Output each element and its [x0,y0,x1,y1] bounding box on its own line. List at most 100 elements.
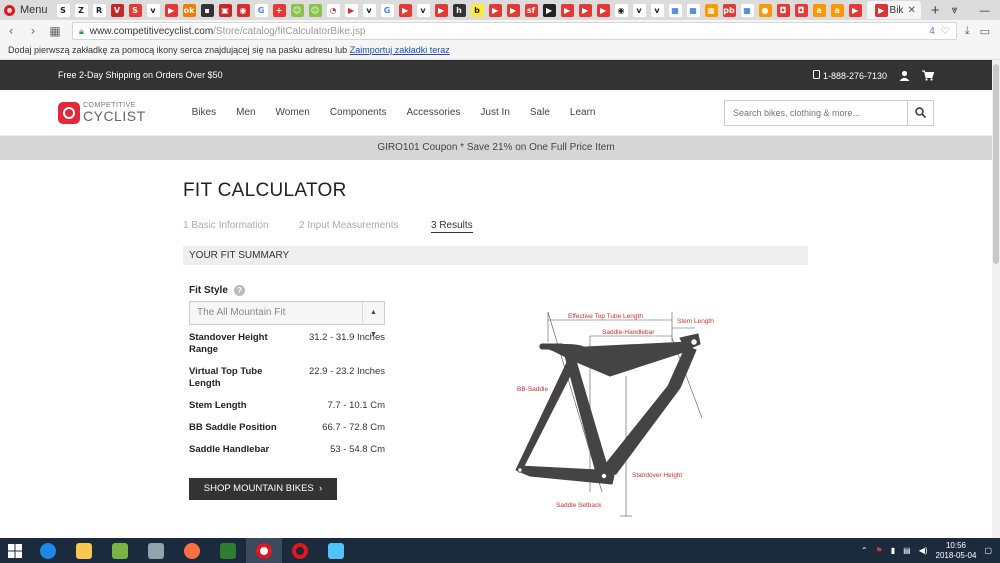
vpn-badge[interactable]: 4 [929,26,935,37]
taskbar-control-panel[interactable] [102,538,138,563]
pinned-tab-favicon-icon[interactable]: ▶ [848,3,862,17]
clock[interactable]: 10:56 2018-05-04 [936,541,977,561]
pinned-tab-favicon-icon[interactable]: ▦ [704,3,718,17]
taskbar-photos[interactable] [318,538,354,563]
url-field[interactable]: 🔒︎ www.competitivecyclist.com /Store/cat… [72,22,957,40]
pinned-tab-favicon-icon[interactable]: ▶ [488,3,502,17]
pinned-tab-favicon-icon[interactable]: ▶ [578,3,592,17]
nav-link-women[interactable]: Women [276,107,310,118]
tab-menu-icon[interactable]: ⩔ [940,3,970,17]
search-button[interactable] [907,100,933,125]
pinned-tab-favicon-icon[interactable]: ▦ [740,3,754,17]
nav-link-components[interactable]: Components [330,107,387,118]
pinned-tab-favicon-icon[interactable]: ▶ [398,3,412,17]
nav-link-men[interactable]: Men [236,107,255,118]
pinned-tab-favicon-icon[interactable]: ☺ [308,3,322,17]
taskbar-firefox[interactable] [174,538,210,563]
notifications-icon[interactable]: ▢ [984,546,992,555]
start-button[interactable] [0,538,30,563]
pinned-tab-favicon-icon[interactable]: ▪ [200,3,214,17]
pinned-tab-favicon-icon[interactable]: Z [74,3,88,17]
pinned-tab-favicon-icon[interactable]: ▶ [596,3,610,17]
battery-icon[interactable]: ▭ [980,25,990,38]
new-tab-button[interactable]: + [931,2,940,19]
import-bookmarks-link[interactable]: Zaimportuj zakładki teraz [350,45,450,55]
pinned-tab-favicon-icon[interactable]: ▦ [686,3,700,17]
taskbar-app[interactable] [138,538,174,563]
nav-link-learn[interactable]: Learn [570,107,596,118]
info-icon[interactable]: ? [233,285,245,296]
pinned-tab-favicon-icon[interactable]: v [650,3,664,17]
pinned-tab-favicon-icon[interactable]: ◉ [614,3,628,17]
pinned-tab-favicon-icon[interactable]: G [380,3,394,17]
tray-flag-icon[interactable]: ⚑ [876,546,883,555]
pinned-tab-favicon-icon[interactable]: ▶ [560,3,574,17]
pinned-tab-favicon-icon[interactable]: a [830,3,844,17]
pinned-tab-favicon-icon[interactable]: ● [758,3,772,17]
pinned-tab-favicon-icon[interactable]: V [110,3,124,17]
pinned-tab-favicon-icon[interactable]: R [92,3,106,17]
account-icon[interactable] [899,70,910,81]
taskbar-file-explorer[interactable] [66,538,102,563]
pinned-tab-favicon-icon[interactable]: b [470,3,484,17]
tray-network-icon[interactable]: ▤ [903,546,911,555]
tray-battery-icon[interactable]: ▮ [891,546,895,555]
taskbar-internet-explorer[interactable] [30,538,66,563]
step-input-measurements[interactable]: 2 Input Measurements [299,220,431,233]
pinned-tab-favicon-icon[interactable]: v [632,3,646,17]
shop-mountain-bikes-button[interactable]: SHOP MOUNTAIN BIKES › [189,478,337,500]
cart-icon[interactable] [922,70,934,81]
forward-button[interactable]: › [22,24,44,38]
active-tab[interactable]: ▶ Bik ✕ [866,1,921,19]
pinned-tab-favicon-icon[interactable]: ◉ [236,3,250,17]
nav-link-accessories[interactable]: Accessories [407,107,461,118]
pinned-tab-favicon-icon[interactable]: S [56,3,70,17]
tray-chevron-icon[interactable]: ⌃ [861,546,868,555]
pinned-tab-favicon-icon[interactable]: ◘ [794,3,808,17]
pinned-tab-favicon-icon[interactable]: ◔ [326,3,340,17]
tab-close-icon[interactable]: ✕ [907,5,915,16]
pinned-tab-favicon-icon[interactable]: pb [722,3,736,17]
pinned-tab-favicon-icon[interactable]: S [128,3,142,17]
tray-volume-icon[interactable]: ◀) [919,546,928,555]
step-basic-information[interactable]: 1 Basic Information [183,220,299,233]
shipping-banner[interactable]: Free 2-Day Shipping on Orders Over $50 [58,70,223,80]
pinned-tab-favicon-icon[interactable]: G [254,3,268,17]
pinned-tab-favicon-icon[interactable]: ◘ [776,3,790,17]
phone-number[interactable]: 1-888-276-7130 [813,69,887,81]
pinned-tab-favicon-icon[interactable]: h [452,3,466,17]
pinned-tab-favicon-icon[interactable]: ▶ [506,3,520,17]
nav-link-bikes[interactable]: Bikes [192,107,216,118]
site-logo[interactable]: COMPETITIVE CYCLIST [58,101,146,124]
pinned-tab-favicon-icon[interactable]: ▶ [542,3,556,17]
pinned-tab-favicon-icon[interactable]: + [272,3,286,17]
nav-link-just-in[interactable]: Just In [480,107,509,118]
nav-link-sale[interactable]: Sale [530,107,550,118]
pinned-tab-favicon-icon[interactable]: ▶ [344,3,358,17]
taskbar-opera[interactable] [282,538,318,563]
download-icon[interactable]: ⤓ [965,24,970,38]
taskbar-opera-active[interactable] [246,538,282,563]
search-input[interactable] [725,100,907,125]
pinned-tab-favicon-icon[interactable]: v [362,3,376,17]
pinned-tab-favicon-icon[interactable]: ok [182,3,196,17]
pinned-tab-favicon-icon[interactable]: v [416,3,430,17]
pinned-tab-favicon-icon[interactable]: ▦ [668,3,682,17]
minimize-button[interactable]: — [970,4,1000,17]
pinned-tab-favicon-icon[interactable]: a [812,3,826,17]
step-results[interactable]: 3 Results [431,220,473,233]
back-button[interactable]: ‹ [0,24,22,38]
pinned-tab-favicon-icon[interactable]: ▣ [218,3,232,17]
opera-menu-button[interactable]: Menu [0,0,54,20]
bookmark-heart-icon[interactable]: ♡ [941,26,950,37]
taskbar-excel[interactable] [210,538,246,563]
pinned-tab-favicon-icon[interactable]: ▶ [164,3,178,17]
speed-dial-icon[interactable]: ▦ [44,24,66,38]
fit-style-select[interactable]: The All Mountain Fit ▲ ▼ [189,301,385,338]
pinned-tab-favicon-icon[interactable]: sf [524,3,538,17]
scrollbar-thumb[interactable] [993,64,999,264]
pinned-tab-favicon-icon[interactable]: ▶ [434,3,448,17]
pinned-tab-favicon-icon[interactable]: v [146,3,160,17]
pinned-tab-favicon-icon[interactable]: ☺ [290,3,304,17]
coupon-banner[interactable]: GIRO101 Coupon * Save 21% on One Full Pr… [0,136,992,160]
